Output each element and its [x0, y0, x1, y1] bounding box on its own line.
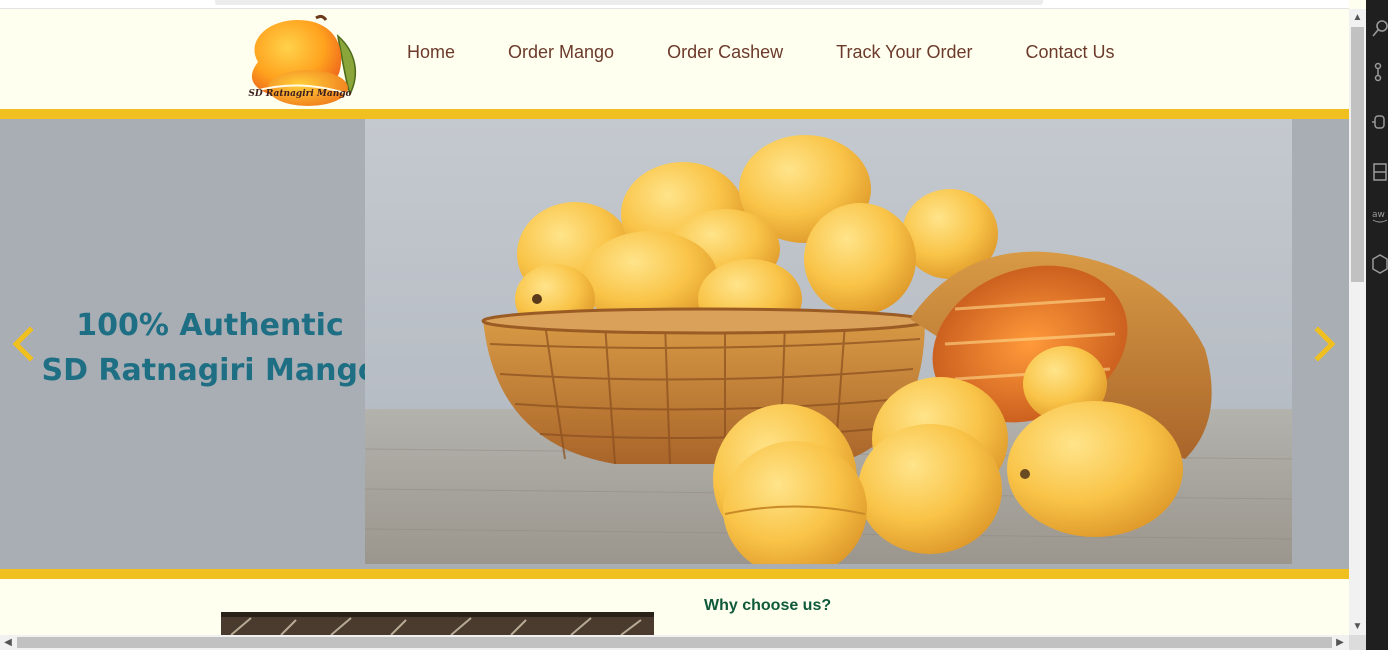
nav-order-cashew[interactable]: Order Cashew [667, 42, 783, 63]
horizontal-scrollbar[interactable]: ◀ ▶ [0, 635, 1349, 650]
nav-contact-us[interactable]: Contact Us [1026, 42, 1115, 63]
hexagon-icon[interactable] [1372, 254, 1388, 274]
hero-title-line-2: SD Ratnagiri Mango [41, 353, 379, 388]
site-logo[interactable]: SD Ratnagiri Mango [238, 12, 362, 110]
svg-text:aw: aw [1372, 210, 1385, 220]
browser-viewport: SD Ratnagiri Mango Home Order Mango Orde… [0, 0, 1349, 635]
accent-bar-top [0, 109, 1349, 119]
hero-title-line-1: 100% Authentic [76, 308, 344, 343]
nav-home[interactable]: Home [407, 42, 455, 63]
why-choose-us-heading: Why choose us? [704, 597, 832, 614]
feature-image [221, 612, 654, 635]
aws-icon[interactable]: aw [1372, 205, 1388, 225]
scrollbar-corner [1349, 635, 1366, 650]
scroll-up-icon[interactable]: ▲ [1352, 12, 1363, 23]
editor-activity-bar: aw [1366, 0, 1388, 650]
horizontal-scroll-thumb[interactable] [17, 637, 1332, 648]
address-bar[interactable] [215, 0, 1043, 5]
scroll-down-icon[interactable]: ▼ [1352, 621, 1363, 632]
hero-mango-basket-image [365, 119, 1292, 564]
scroll-right-icon[interactable]: ▶ [1334, 636, 1346, 649]
extensions-icon[interactable] [1372, 162, 1388, 182]
debug-icon[interactable] [1372, 112, 1388, 132]
accent-bar-bottom [0, 569, 1349, 579]
logo-text: SD Ratnagiri Mango [248, 89, 351, 99]
vertical-scrollbar[interactable]: ▲ ▼ [1349, 9, 1366, 635]
browser-top-strip [0, 0, 1349, 9]
source-control-icon[interactable] [1372, 62, 1388, 82]
site-header: SD Ratnagiri Mango Home Order Mango Orde… [0, 9, 1349, 109]
main-nav: Home Order Mango Order Cashew Track Your… [380, 42, 1115, 63]
nav-order-mango[interactable]: Order Mango [508, 42, 614, 63]
carousel-prev-icon[interactable] [8, 324, 38, 364]
hero-title: 100% Authentic SD Ratnagiri Mango [20, 303, 400, 393]
nav-track-order[interactable]: Track Your Order [836, 42, 972, 63]
vertical-scroll-thumb[interactable] [1351, 27, 1364, 282]
search-icon[interactable] [1372, 18, 1388, 38]
hero-carousel: 100% Authentic SD Ratnagiri Mango [0, 119, 1349, 569]
scroll-left-icon[interactable]: ◀ [2, 636, 14, 649]
carousel-next-icon[interactable] [1310, 324, 1340, 364]
